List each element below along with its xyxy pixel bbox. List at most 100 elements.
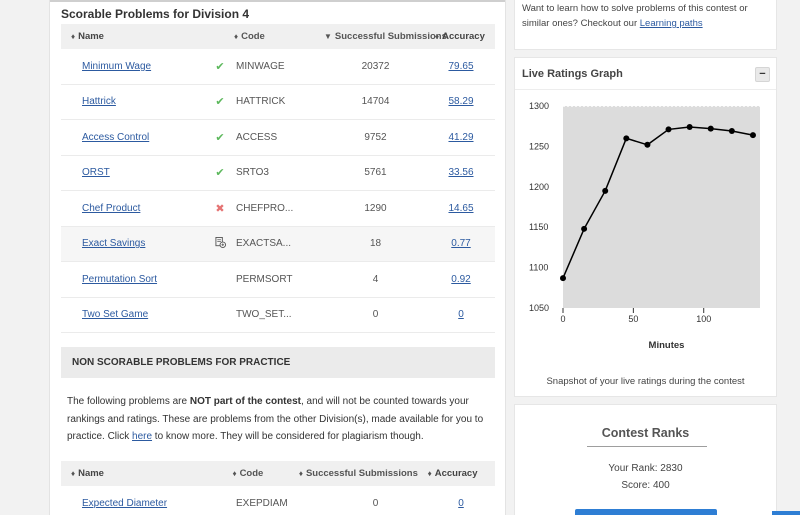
successful-column-header[interactable]: ▼ Successful Submissions	[324, 31, 447, 42]
collapse-button[interactable]: −	[755, 67, 770, 82]
non-scorable-header: NON SCORABLE PROBLEMS FOR PRACTICE	[61, 347, 495, 378]
accuracy-link[interactable]: 0.77	[451, 238, 470, 249]
learning-paths-text: Want to learn how to solve problems of t…	[522, 3, 748, 29]
table-row: Chef Product ✖ CHEFPRO... 1290 14.65	[61, 191, 495, 227]
sort-icon: ♦	[435, 32, 440, 41]
accuracy-link[interactable]: 79.65	[448, 61, 473, 72]
status-cell: ✔	[206, 60, 234, 73]
accuracy-column-header[interactable]: ♦ Accuracy	[428, 468, 495, 479]
sort-icon: ♦	[234, 32, 239, 41]
check-icon: ✔	[215, 96, 225, 109]
table-row: Two Set Game TWO_SET... 0 0	[61, 297, 495, 333]
problem-code: PERMSORT	[236, 273, 293, 285]
y-tick-label: 1100	[529, 263, 548, 273]
data-point	[665, 126, 672, 133]
x-axis-label: Minutes	[649, 340, 685, 351]
contest-ranks-card: Contest Ranks Your Rank: 2830 Score: 400	[514, 404, 777, 515]
accuracy-link[interactable]: 0	[458, 309, 464, 320]
accuracy-link[interactable]: 0	[458, 498, 464, 509]
problem-link[interactable]: Exact Savings	[82, 238, 145, 249]
successful-count: 18	[369, 238, 382, 250]
scorable-problems-table: ♦ Name ♦ Code ▼ Successful Submissions ♦ Acc…	[61, 24, 495, 333]
problem-link[interactable]: Two Set Game	[82, 309, 148, 320]
non-scorable-rows: Expected Diameter EXEPDIAM 0 0	[61, 486, 495, 515]
non-scorable-description: The following problems are NOT part of t…	[67, 396, 484, 442]
sort-icon: ♦	[71, 32, 76, 41]
problem-link[interactable]: Access Control	[82, 132, 149, 143]
plot-area	[563, 106, 760, 308]
problem-link[interactable]: Chef Product	[82, 203, 140, 214]
accuracy-link[interactable]: 0.92	[451, 274, 470, 285]
learning-paths-card: Want to learn how to solve problems of t…	[514, 0, 777, 50]
y-tick-label: 1250	[529, 141, 549, 151]
data-point	[728, 128, 735, 135]
successful-count: 1290	[364, 202, 387, 214]
y-tick-label: 1150	[529, 222, 548, 232]
successful-count: 0	[372, 309, 379, 321]
table-row: Access Control ✔ ACCESS 9752 41.29	[61, 120, 495, 156]
ranks-action-button[interactable]	[575, 509, 717, 515]
accuracy-link[interactable]: 14.65	[448, 203, 473, 214]
data-point	[707, 125, 714, 132]
problem-link[interactable]: ORST	[82, 167, 110, 178]
x-tick-label: 100	[696, 314, 711, 324]
status-cell: ✖	[206, 202, 234, 215]
learning-paths-link[interactable]: Learning paths	[640, 18, 703, 29]
table-row: Minimum Wage ✔ MINWAGE 20372 79.65	[61, 49, 495, 85]
successful-count: 5761	[364, 167, 387, 179]
x-tick-label: 0	[560, 314, 565, 324]
table-header: ♦ Name ♦ Code ▼ Successful Submissions ♦ Acc…	[61, 24, 495, 49]
problem-code: TWO_SET...	[236, 309, 292, 321]
data-point	[623, 135, 630, 142]
check-icon: ✔	[215, 167, 225, 180]
problem-code: ACCESS	[236, 131, 278, 143]
panel-top-border	[50, 0, 505, 2]
check-icon: ✔	[215, 60, 225, 73]
problem-code: SRTO3	[236, 167, 269, 179]
contest-ranks-title: Contest Ranks	[601, 426, 690, 440]
data-point	[560, 275, 566, 282]
problem-link[interactable]: Expected Diameter	[82, 498, 167, 509]
table-row: Exact Savings EXACTSA... 18 0.77	[61, 226, 495, 262]
data-point	[686, 124, 693, 131]
live-ratings-chart: 1050 1100 1150 1200 1250 1300 0 50 100 Minutes	[529, 101, 760, 351]
successful-count: 4	[372, 273, 379, 285]
corner-accent	[772, 511, 800, 515]
graph-caption: Snapshot of your live ratings during the…	[546, 376, 745, 387]
status-cell: ✔	[206, 166, 234, 179]
accuracy-link[interactable]: 33.56	[448, 167, 473, 178]
scorable-section-title: Scorable Problems for Division 4	[61, 7, 250, 21]
check-icon: ✔	[215, 131, 225, 144]
problem-link[interactable]: Permutation Sort	[82, 274, 157, 285]
successful-column-header[interactable]: ♦ Successful Submissions	[299, 468, 428, 479]
y-tick-label: 1200	[529, 182, 549, 192]
code-column-header[interactable]: ♦ Code	[232, 468, 298, 479]
status-cell: ✔	[206, 131, 234, 144]
problem-code: EXEPDIAM	[236, 497, 288, 509]
name-column-header[interactable]: ♦ Name	[61, 31, 206, 42]
name-column-header[interactable]: ♦ Name	[61, 468, 205, 479]
scorable-rows: Minimum Wage ✔ MINWAGE 20372 79.65 Hattrick ✔ H…	[61, 49, 495, 333]
status-cell	[206, 236, 234, 251]
problem-code: HATTRICK	[236, 96, 286, 108]
x-tick-label: 50	[628, 314, 638, 324]
know-more-link[interactable]: here	[132, 431, 152, 442]
problem-link[interactable]: Minimum Wage	[82, 61, 151, 72]
table-row: Permutation Sort PERMSORT 4 0.92	[61, 262, 495, 298]
table-row: Expected Diameter EXEPDIAM 0 0	[61, 486, 495, 515]
title-underline	[587, 446, 707, 447]
y-tick-label: 1050	[529, 303, 549, 313]
accuracy-column-header[interactable]: ♦ Accuracy	[427, 31, 495, 42]
data-point	[602, 187, 609, 194]
code-column-header[interactable]: ♦ Code	[234, 31, 324, 42]
problem-code: MINWAGE	[236, 60, 285, 72]
minus-icon: −	[759, 68, 766, 80]
accuracy-link[interactable]: 41.29	[448, 132, 473, 143]
sort-icon: ♦	[298, 469, 303, 478]
data-point	[581, 225, 588, 232]
successful-count: 9752	[364, 131, 387, 143]
problem-link[interactable]: Hattrick	[82, 96, 116, 107]
table-row: Hattrick ✔ HATTRICK 14704 58.29	[61, 84, 495, 120]
problems-panel: Scorable Problems for Division 4 ♦ Name ♦…	[49, 0, 506, 515]
accuracy-link[interactable]: 58.29	[448, 96, 473, 107]
